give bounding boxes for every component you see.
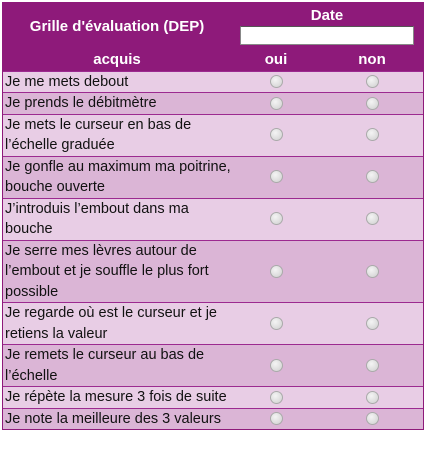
table-row: Je regarde où est le curseur et je retie… bbox=[3, 302, 423, 345]
non-cell bbox=[321, 386, 423, 408]
table-row: Je me mets debout bbox=[3, 70, 423, 93]
non-radio[interactable] bbox=[365, 358, 379, 372]
oui-cell bbox=[231, 344, 321, 387]
table-row: Je répète la mesure 3 fois de suite bbox=[3, 386, 423, 408]
column-oui: oui bbox=[231, 49, 321, 71]
non-cell bbox=[321, 407, 423, 429]
oui-radio[interactable] bbox=[269, 96, 283, 110]
oui-cell bbox=[231, 407, 321, 429]
criterion-label: Je gonfle au maximum ma poitrine, bouche… bbox=[3, 155, 231, 198]
non-cell bbox=[321, 155, 423, 198]
non-cell bbox=[321, 197, 423, 240]
oui-radio[interactable] bbox=[269, 170, 283, 184]
oui-cell bbox=[231, 197, 321, 240]
non-radio[interactable] bbox=[365, 96, 379, 110]
non-radio[interactable] bbox=[365, 128, 379, 142]
non-cell bbox=[321, 344, 423, 387]
date-label: Date bbox=[310, 7, 344, 24]
oui-cell bbox=[231, 302, 321, 345]
date-input[interactable] bbox=[240, 26, 414, 45]
oui-radio[interactable] bbox=[269, 316, 283, 330]
oui-radio[interactable] bbox=[269, 358, 283, 372]
non-cell bbox=[321, 302, 423, 345]
criterion-label: Je me mets debout bbox=[3, 70, 231, 93]
table-row: Je prends le débitmètre bbox=[3, 92, 423, 114]
oui-cell bbox=[231, 113, 321, 156]
oui-radio[interactable] bbox=[269, 128, 283, 142]
oui-cell bbox=[231, 70, 321, 93]
non-radio[interactable] bbox=[365, 264, 379, 278]
non-radio[interactable] bbox=[365, 390, 379, 404]
non-radio[interactable] bbox=[365, 170, 379, 184]
non-radio[interactable] bbox=[365, 412, 379, 426]
non-radio[interactable] bbox=[365, 212, 379, 226]
oui-cell bbox=[231, 155, 321, 198]
non-radio[interactable] bbox=[365, 75, 379, 89]
oui-radio[interactable] bbox=[269, 212, 283, 226]
oui-radio[interactable] bbox=[269, 390, 283, 404]
column-acquis: acquis bbox=[3, 49, 231, 71]
criterion-label: Je prends le débitmètre bbox=[3, 92, 231, 114]
criterion-label: Je note la meilleure des 3 valeurs bbox=[3, 407, 231, 429]
table-row: J’introduis l’embout dans ma bouche bbox=[3, 197, 423, 240]
non-cell bbox=[321, 70, 423, 93]
table-row: Je note la meilleure des 3 valeurs bbox=[3, 407, 423, 429]
date-header: Date bbox=[231, 3, 423, 49]
evaluation-grid: Grille d'évaluation (DEP) Date acquis ou… bbox=[2, 2, 424, 430]
oui-cell bbox=[231, 92, 321, 114]
non-cell bbox=[321, 239, 423, 303]
table-row: Je serre mes lèvres autour de l’embout e… bbox=[3, 239, 423, 303]
oui-radio[interactable] bbox=[269, 75, 283, 89]
oui-radio[interactable] bbox=[269, 412, 283, 426]
grid-title: Grille d'évaluation (DEP) bbox=[3, 3, 231, 49]
criterion-label: Je serre mes lèvres autour de l’embout e… bbox=[3, 239, 231, 303]
criterion-label: Je regarde où est le curseur et je retie… bbox=[3, 302, 231, 345]
table-row: Je mets le curseur en bas de l’échelle g… bbox=[3, 113, 423, 156]
non-cell bbox=[321, 113, 423, 156]
criterion-label: J’introduis l’embout dans ma bouche bbox=[3, 197, 231, 240]
oui-cell bbox=[231, 386, 321, 408]
non-radio[interactable] bbox=[365, 316, 379, 330]
table-row: Je remets le curseur au bas de l’échelle bbox=[3, 344, 423, 387]
criterion-label: Je répète la mesure 3 fois de suite bbox=[3, 386, 231, 408]
criterion-label: Je mets le curseur en bas de l’échelle g… bbox=[3, 113, 231, 156]
column-non: non bbox=[321, 49, 423, 71]
criterion-label: Je remets le curseur au bas de l’échelle bbox=[3, 344, 231, 387]
non-cell bbox=[321, 92, 423, 114]
oui-cell bbox=[231, 239, 321, 303]
oui-radio[interactable] bbox=[269, 264, 283, 278]
table-row: Je gonfle au maximum ma poitrine, bouche… bbox=[3, 155, 423, 198]
